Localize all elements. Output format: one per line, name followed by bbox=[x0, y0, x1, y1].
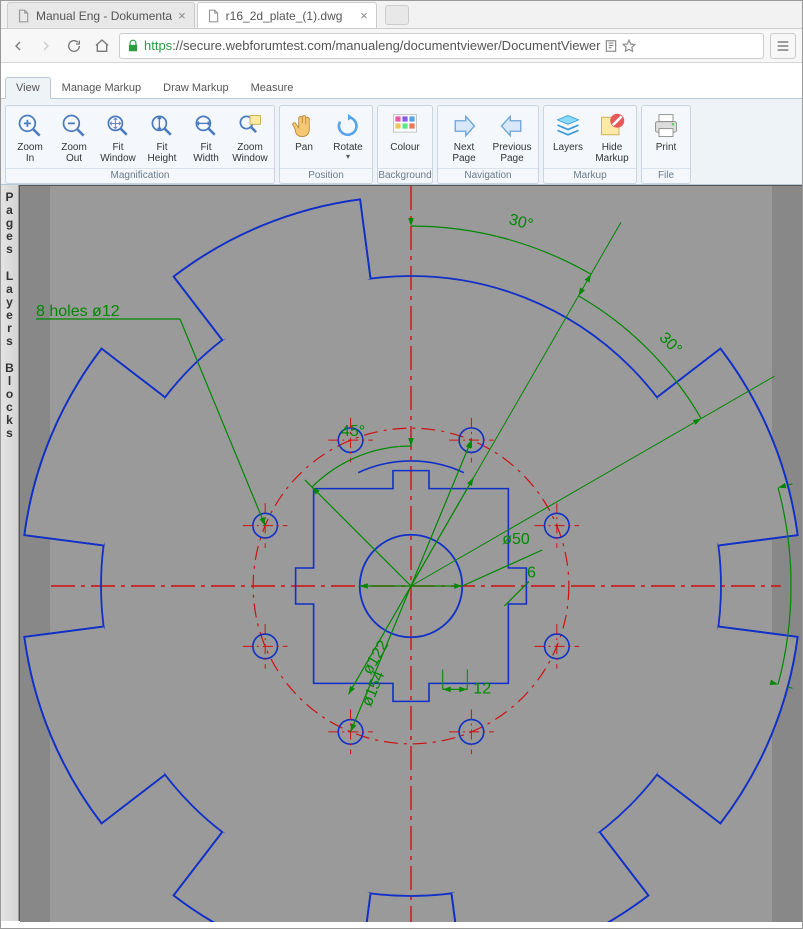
side-tab-pages[interactable]: Pages bbox=[5, 187, 13, 266]
browser-tab[interactable]: Manual Eng - Dokumenta × bbox=[7, 2, 195, 28]
print-icon bbox=[650, 110, 682, 142]
browser-toolbar: https://secure.webforumtest.com/manualen… bbox=[1, 29, 802, 63]
chevron-down-icon: ▾ bbox=[346, 153, 350, 161]
reload-button[interactable] bbox=[63, 35, 85, 57]
side-tab-layers[interactable]: Layers bbox=[6, 266, 13, 358]
colour-icon bbox=[389, 110, 421, 142]
cad-drawing: 8 holes ø12ø154ø122ø5045°30°30°30°126 bbox=[20, 186, 802, 922]
layers-button[interactable]: Layers bbox=[546, 108, 590, 166]
fit-window-button[interactable]: FitWindow bbox=[96, 108, 140, 166]
tab-draw-markup[interactable]: Draw Markup bbox=[152, 76, 239, 98]
lock-icon bbox=[126, 39, 140, 53]
next-page-icon bbox=[448, 110, 480, 142]
ribbon-group-file: Print File bbox=[641, 105, 691, 184]
ribbon-group-label: Markup bbox=[544, 168, 636, 183]
zoom-out-button[interactable]: ZoomOut bbox=[52, 108, 96, 166]
fit-window-icon bbox=[102, 110, 134, 142]
dim-12: 12 bbox=[473, 680, 491, 697]
close-icon[interactable]: × bbox=[360, 8, 368, 23]
browser-menu-button[interactable] bbox=[770, 33, 796, 59]
fit-width-icon bbox=[190, 110, 222, 142]
next-page-button[interactable]: NextPage bbox=[440, 108, 488, 166]
fit-height-icon bbox=[146, 110, 178, 142]
tab-measure[interactable]: Measure bbox=[240, 76, 305, 98]
bookmark-icon[interactable] bbox=[622, 39, 636, 53]
dim-45: 45° bbox=[341, 423, 365, 440]
hide-markup-icon bbox=[596, 110, 628, 142]
pan-icon bbox=[288, 110, 320, 142]
tab-manage-markup[interactable]: Manage Markup bbox=[51, 76, 153, 98]
dim-6: 6 bbox=[527, 564, 536, 581]
page-icon bbox=[16, 9, 30, 23]
ribbon: ZoomIn ZoomOut FitWindow FitHeight FitWi… bbox=[1, 99, 802, 185]
ribbon-group-magnification: ZoomIn ZoomOut FitWindow FitHeight FitWi… bbox=[5, 105, 275, 184]
browser-tab[interactable]: r16_2d_plate_(1).dwg × bbox=[197, 2, 377, 28]
zoom-window-button[interactable]: ZoomWindow bbox=[228, 108, 272, 166]
new-tab-button[interactable] bbox=[385, 5, 409, 25]
ribbon-group-background: Colour Background bbox=[377, 105, 433, 184]
close-icon[interactable]: × bbox=[178, 8, 186, 23]
drawing-viewer[interactable]: 8 holes ø12ø154ø122ø5045°30°30°30°126 bbox=[19, 185, 802, 921]
ribbon-group-label: Navigation bbox=[438, 168, 538, 183]
hide-markup-button[interactable]: HideMarkup bbox=[590, 108, 634, 166]
dim-holes-note: 8 holes ø12 bbox=[36, 303, 120, 320]
rotate-button[interactable]: Rotate▾ bbox=[326, 108, 370, 166]
back-button[interactable] bbox=[7, 35, 29, 57]
app-tab-strip: View Manage Markup Draw Markup Measure bbox=[1, 75, 802, 99]
colour-button[interactable]: Colour bbox=[380, 108, 430, 166]
dim-d50: ø50 bbox=[502, 531, 530, 548]
browser-tab-title: Manual Eng - Dokumenta bbox=[36, 9, 172, 23]
url-bar[interactable]: https://secure.webforumtest.com/manualen… bbox=[119, 33, 764, 59]
zoom-window-icon bbox=[234, 110, 266, 142]
print-button[interactable]: Print bbox=[644, 108, 688, 166]
zoom-in-icon bbox=[14, 110, 46, 142]
forward-button[interactable] bbox=[35, 35, 57, 57]
home-button[interactable] bbox=[91, 35, 113, 57]
rotate-icon bbox=[332, 110, 364, 142]
ribbon-group-navigation: NextPage PreviousPage Navigation bbox=[437, 105, 539, 184]
browser-tab-title: r16_2d_plate_(1).dwg bbox=[226, 9, 354, 23]
layers-icon bbox=[552, 110, 584, 142]
ribbon-group-markup: Layers HideMarkup Markup bbox=[543, 105, 637, 184]
page-action-icon[interactable] bbox=[604, 39, 618, 53]
previous-page-button[interactable]: PreviousPage bbox=[488, 108, 536, 166]
side-tab-blocks[interactable]: Blocks bbox=[5, 358, 14, 450]
zoom-in-button[interactable]: ZoomIn bbox=[8, 108, 52, 166]
ribbon-group-label: File bbox=[642, 168, 690, 183]
pan-button[interactable]: Pan bbox=[282, 108, 326, 166]
ribbon-group-position: Pan Rotate▾ Position bbox=[279, 105, 373, 184]
prev-page-icon bbox=[496, 110, 528, 142]
fit-width-button[interactable]: FitWidth bbox=[184, 108, 228, 166]
side-panel: Pages Layers Blocks bbox=[1, 185, 19, 921]
zoom-out-icon bbox=[58, 110, 90, 142]
ribbon-group-label: Background bbox=[378, 168, 432, 183]
ribbon-group-label: Position bbox=[280, 168, 372, 183]
url-scheme: https bbox=[144, 38, 172, 53]
tab-view[interactable]: View bbox=[5, 77, 51, 99]
browser-tab-strip: Manual Eng - Dokumenta × r16_2d_plate_(1… bbox=[1, 1, 802, 29]
fit-height-button[interactable]: FitHeight bbox=[140, 108, 184, 166]
page-icon bbox=[206, 9, 220, 23]
url-path: ://secure.webforumtest.com/manualeng/doc… bbox=[172, 38, 600, 53]
ribbon-group-label: Magnification bbox=[6, 168, 274, 183]
